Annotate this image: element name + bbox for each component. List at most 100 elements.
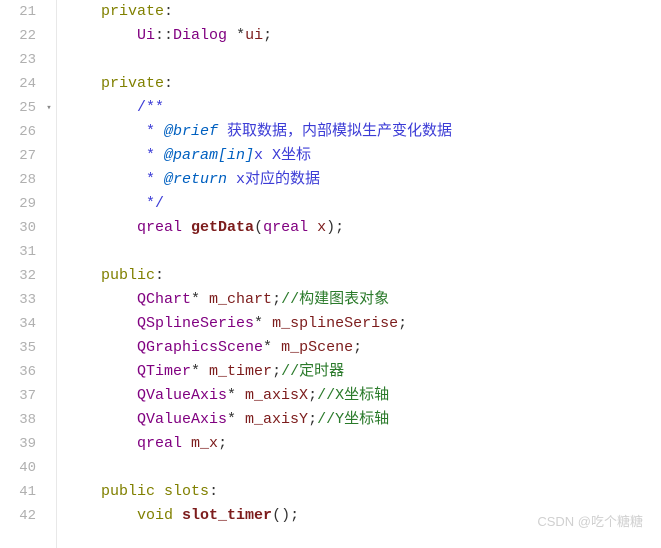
token — [65, 363, 137, 380]
token — [65, 483, 101, 500]
token: @return — [164, 171, 227, 188]
line-number: 41 — [0, 480, 36, 504]
token — [65, 267, 101, 284]
code-line[interactable]: QTimer* m_timer;//定时器 — [65, 360, 661, 384]
token — [173, 507, 182, 524]
token: * — [146, 123, 164, 140]
token: slot_timer — [182, 507, 272, 524]
line-number: 34 — [0, 312, 36, 336]
code-line[interactable]: QValueAxis* m_axisY;//Y坐标轴 — [65, 408, 661, 432]
code-line[interactable] — [65, 48, 661, 72]
line-number: 39 — [0, 432, 36, 456]
token: * — [227, 27, 245, 44]
token: //定时器 — [281, 363, 344, 380]
token: */ — [146, 195, 164, 212]
line-number: 35 — [0, 336, 36, 360]
token: : — [209, 483, 218, 500]
code-line[interactable]: qreal m_x; — [65, 432, 661, 456]
token — [182, 435, 191, 452]
token — [65, 315, 137, 332]
token: * — [191, 363, 209, 380]
token: slots — [164, 483, 209, 500]
line-number: 38 — [0, 408, 36, 432]
token: /** — [137, 99, 164, 116]
line-number: 32 — [0, 264, 36, 288]
token — [308, 219, 317, 236]
code-line[interactable]: QSplineSeries* m_splineSerise; — [65, 312, 661, 336]
code-line[interactable]: private: — [65, 0, 661, 24]
line-number: 30 — [0, 216, 36, 240]
token — [65, 219, 137, 236]
token: : — [155, 267, 164, 284]
token — [65, 435, 137, 452]
code-line[interactable]: QGraphicsScene* m_pScene; — [65, 336, 661, 360]
token: m_splineSerise — [272, 315, 398, 332]
code-line[interactable]: * @brief 获取数据，内部模拟生产变化数据 — [65, 120, 661, 144]
line-number: 31 — [0, 240, 36, 264]
token: @brief — [164, 123, 218, 140]
line-number: 23 — [0, 48, 36, 72]
token: m_axisX — [245, 387, 308, 404]
code-line[interactable]: Ui::Dialog *ui; — [65, 24, 661, 48]
fold-toggle-icon[interactable]: ▾ — [43, 103, 55, 113]
token: ; — [308, 411, 317, 428]
token: getData — [191, 219, 254, 236]
code-line[interactable]: * @return x对应的数据 — [65, 168, 661, 192]
fold-column: ▾ — [42, 0, 57, 548]
token: QChart — [137, 291, 191, 308]
line-number: 21 — [0, 0, 36, 24]
token: m_chart — [209, 291, 272, 308]
token — [65, 195, 146, 212]
code-line[interactable]: QValueAxis* m_axisX;//X坐标轴 — [65, 384, 661, 408]
token — [65, 123, 146, 140]
line-number: 25 — [0, 96, 36, 120]
code-line[interactable]: public slots: — [65, 480, 661, 504]
token — [182, 219, 191, 236]
token — [65, 171, 146, 188]
code-line[interactable]: void slot_timer(); — [65, 504, 661, 528]
token: ; — [308, 387, 317, 404]
token: qreal — [137, 435, 182, 452]
token — [65, 75, 101, 92]
token: public — [101, 267, 155, 284]
code-line[interactable]: qreal getData(qreal x); — [65, 216, 661, 240]
line-number: 36 — [0, 360, 36, 384]
token: * — [191, 291, 209, 308]
token: ; — [218, 435, 227, 452]
line-number: 22 — [0, 24, 36, 48]
token: :: — [155, 27, 173, 44]
line-number-gutter: 2122232425262728293031323334353637383940… — [0, 0, 42, 548]
code-area[interactable]: private: Ui::Dialog *ui; private: /** * … — [57, 0, 661, 548]
token: //构建图表对象 — [281, 291, 389, 308]
token: //X坐标轴 — [317, 387, 389, 404]
token: @param[in] — [164, 147, 254, 164]
code-editor: 2122232425262728293031323334353637383940… — [0, 0, 661, 548]
token: void — [137, 507, 173, 524]
token: * — [146, 171, 164, 188]
token — [155, 483, 164, 500]
line-number: 40 — [0, 456, 36, 480]
code-line[interactable]: /** — [65, 96, 661, 120]
token: x X坐标 — [254, 147, 311, 164]
token: * — [146, 147, 164, 164]
code-line[interactable]: private: — [65, 72, 661, 96]
token: Dialog — [173, 27, 227, 44]
token: Ui — [137, 27, 155, 44]
code-line[interactable]: * @param[in]x X坐标 — [65, 144, 661, 168]
code-line[interactable] — [65, 240, 661, 264]
code-line[interactable]: QChart* m_chart;//构建图表对象 — [65, 288, 661, 312]
code-line[interactable] — [65, 456, 661, 480]
token: * — [254, 315, 272, 332]
code-line[interactable]: */ — [65, 192, 661, 216]
token: : — [164, 75, 173, 92]
token: ; — [272, 363, 281, 380]
line-number: 42 — [0, 504, 36, 528]
token: : — [164, 3, 173, 20]
token: ; — [263, 27, 272, 44]
token: QValueAxis — [137, 411, 227, 428]
token: m_axisY — [245, 411, 308, 428]
token — [65, 291, 137, 308]
code-line[interactable]: public: — [65, 264, 661, 288]
token: x对应的数据 — [227, 171, 320, 188]
line-number: 26 — [0, 120, 36, 144]
